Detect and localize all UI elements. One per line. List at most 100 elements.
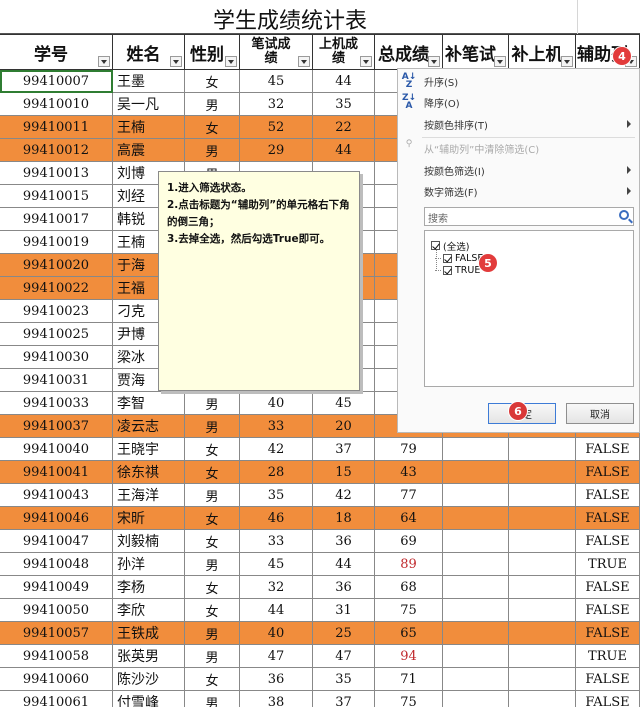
table-cell[interactable]: 99410061	[0, 691, 113, 707]
table-cell[interactable]: FALSE	[576, 530, 640, 553]
table-cell[interactable]: 99410020	[0, 254, 113, 277]
table-cell[interactable]: 29	[240, 139, 313, 162]
table-cell[interactable]: FALSE	[576, 691, 640, 707]
table-cell[interactable]: FALSE	[576, 668, 640, 691]
table-cell[interactable]: 男	[185, 645, 240, 668]
table-cell[interactable]	[509, 622, 576, 645]
menu-item-sort-asc[interactable]: A↓ Z 升序(S)	[398, 71, 639, 91]
menu-item-sort-desc[interactable]: Z↓ A 降序(O)	[398, 92, 639, 112]
column-header[interactable]: 姓名	[113, 34, 185, 70]
table-cell[interactable]: 女	[185, 599, 240, 622]
table-cell[interactable]	[509, 691, 576, 707]
table-cell[interactable]	[443, 691, 509, 707]
table-cell[interactable]: FALSE	[576, 461, 640, 484]
table-cell[interactable]: 99410041	[0, 461, 113, 484]
table-cell[interactable]: 45	[313, 392, 375, 415]
table-cell[interactable]: FALSE	[576, 507, 640, 530]
table-cell[interactable]: 99410040	[0, 438, 113, 461]
table-cell[interactable]	[509, 645, 576, 668]
table-cell[interactable]: 35	[313, 93, 375, 116]
table-cell[interactable]	[509, 507, 576, 530]
table-cell[interactable]: 女	[185, 530, 240, 553]
table-cell[interactable]: 99410010	[0, 93, 113, 116]
table-cell[interactable]: 男	[185, 392, 240, 415]
table-cell[interactable]: 女	[185, 116, 240, 139]
table-cell[interactable]: 女	[185, 70, 240, 93]
checkbox-false[interactable]	[443, 254, 452, 263]
table-cell[interactable]	[509, 484, 576, 507]
table-cell[interactable]: 李欣	[113, 599, 185, 622]
table-cell[interactable]: 99410030	[0, 346, 113, 369]
table-cell[interactable]: 36	[313, 576, 375, 599]
table-cell[interactable]: TRUE	[576, 645, 640, 668]
table-cell[interactable]: 99410019	[0, 231, 113, 254]
table-cell[interactable]: 99410058	[0, 645, 113, 668]
table-cell[interactable]: FALSE	[576, 599, 640, 622]
table-cell[interactable]: 孙洋	[113, 553, 185, 576]
table-cell[interactable]	[509, 530, 576, 553]
table-cell[interactable]	[443, 576, 509, 599]
table-cell[interactable]: 王铁成	[113, 622, 185, 645]
table-cell[interactable]: 40	[240, 622, 313, 645]
filter-dropdown-button[interactable]	[225, 56, 237, 67]
table-cell[interactable]: 99410015	[0, 185, 113, 208]
table-cell[interactable]: 男	[185, 139, 240, 162]
filter-dropdown-button[interactable]	[298, 56, 310, 67]
table-cell[interactable]: 77	[375, 484, 443, 507]
table-cell[interactable]: 47	[240, 645, 313, 668]
filter-dropdown-button[interactable]	[98, 56, 110, 67]
table-cell[interactable]: 68	[375, 576, 443, 599]
table-cell[interactable]: 女	[185, 438, 240, 461]
column-header[interactable]: 学号	[0, 34, 113, 70]
table-cell[interactable]: 99410033	[0, 392, 113, 415]
table-cell[interactable]: 36	[240, 668, 313, 691]
table-cell[interactable]: 男	[185, 93, 240, 116]
menu-item-clear-filter[interactable]: ⚲ 从“辅助列”中清除筛选(C)	[398, 138, 639, 158]
table-cell[interactable]	[509, 668, 576, 691]
table-cell[interactable]: 15	[313, 461, 375, 484]
table-cell[interactable]	[443, 622, 509, 645]
table-cell[interactable]: 99410025	[0, 323, 113, 346]
checkbox-select-all[interactable]	[431, 241, 440, 250]
table-cell[interactable]: 男	[185, 553, 240, 576]
table-cell[interactable]: 王海洋	[113, 484, 185, 507]
table-cell[interactable]: 31	[313, 599, 375, 622]
table-cell[interactable]: 99410011	[0, 116, 113, 139]
table-cell[interactable]: 99410037	[0, 415, 113, 438]
table-cell[interactable]: 38	[240, 691, 313, 707]
table-cell[interactable]: 32	[240, 93, 313, 116]
table-cell[interactable]: 女	[185, 668, 240, 691]
table-cell[interactable]: 女	[185, 576, 240, 599]
table-cell[interactable]: 王墨	[113, 70, 185, 93]
table-cell[interactable]: TRUE	[576, 553, 640, 576]
table-cell[interactable]: 33	[240, 415, 313, 438]
table-cell[interactable]	[443, 507, 509, 530]
table-cell[interactable]: 46	[240, 507, 313, 530]
table-cell[interactable]: 女	[185, 507, 240, 530]
table-cell[interactable]: 32	[240, 576, 313, 599]
table-cell[interactable]: 99410046	[0, 507, 113, 530]
menu-item-filter-by-color[interactable]: 按颜色筛选(I)	[398, 160, 639, 180]
table-cell[interactable]: 吴一凡	[113, 93, 185, 116]
menu-item-number-filter[interactable]: 数字筛选(F)	[398, 181, 639, 201]
table-cell[interactable]: 99410049	[0, 576, 113, 599]
table-cell[interactable]	[443, 553, 509, 576]
column-header[interactable]: 补笔试	[443, 34, 509, 70]
table-cell[interactable]: 陈沙沙	[113, 668, 185, 691]
table-cell[interactable]: 张英男	[113, 645, 185, 668]
table-cell[interactable]: 33	[240, 530, 313, 553]
table-cell[interactable]: 89	[375, 553, 443, 576]
table-cell[interactable]: 王晓宇	[113, 438, 185, 461]
filter-dropdown-button[interactable]	[428, 56, 440, 67]
table-cell[interactable]: 99410047	[0, 530, 113, 553]
filter-dropdown-button[interactable]	[494, 56, 506, 67]
table-cell[interactable]: 99410022	[0, 277, 113, 300]
table-cell[interactable]: 75	[375, 691, 443, 707]
menu-item-sort-by-color[interactable]: 按颜色排序(T)	[398, 114, 639, 134]
table-cell[interactable]: 徐东祺	[113, 461, 185, 484]
table-cell[interactable]: 99410017	[0, 208, 113, 231]
table-cell[interactable]: 99410050	[0, 599, 113, 622]
table-cell[interactable]	[443, 438, 509, 461]
table-cell[interactable]: 64	[375, 507, 443, 530]
table-cell[interactable]: 36	[313, 530, 375, 553]
